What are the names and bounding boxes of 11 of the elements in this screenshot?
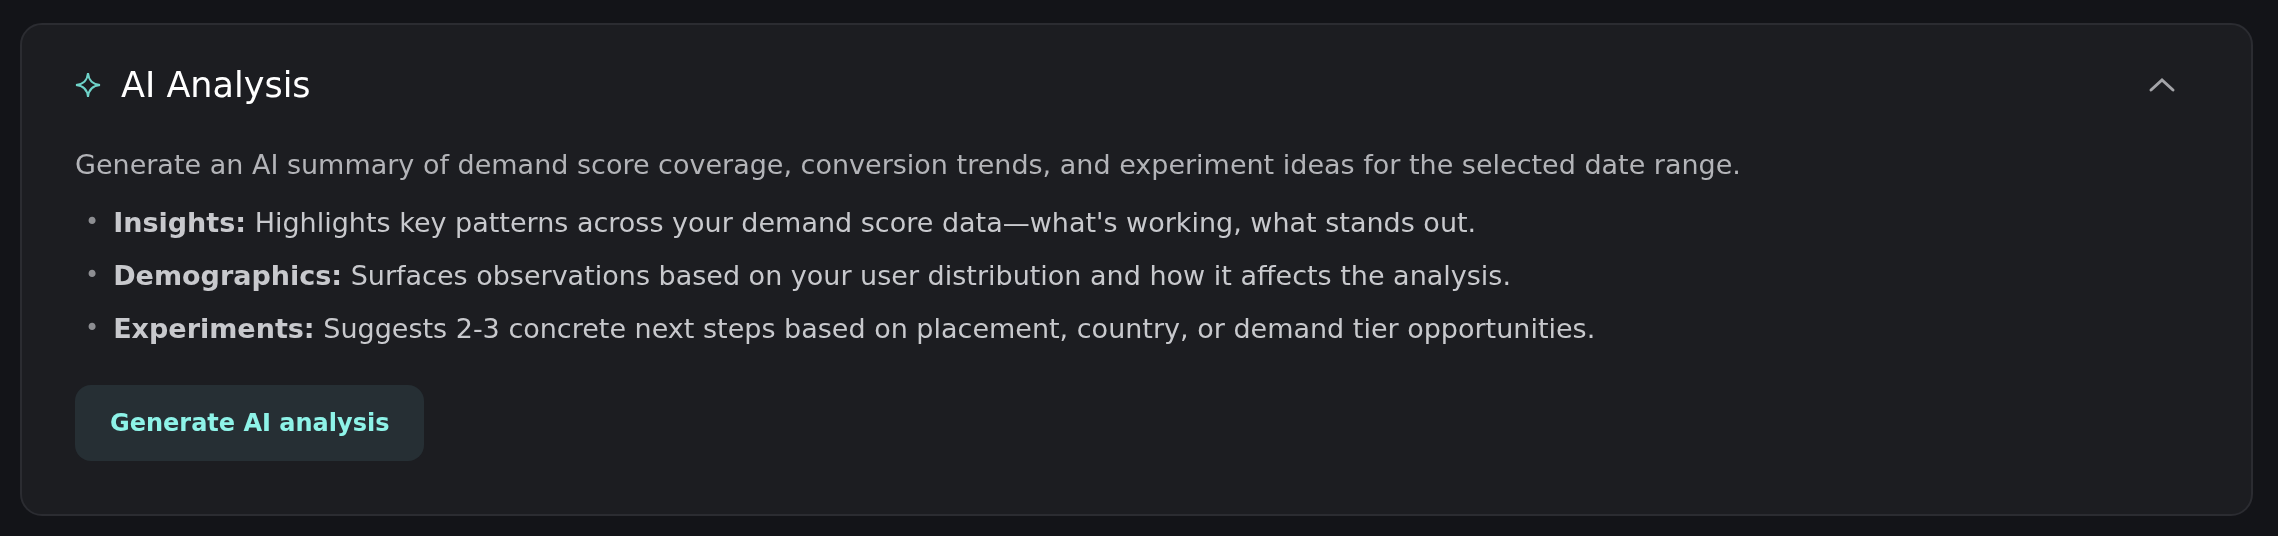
description-text: Generate an AI summary of demand score coverage, conversion trends, and experiment ideas for the selected date range. <box>75 149 1742 180</box>
feature-list-item: Experiments: Suggests 2-3 concrete next steps based on placement, country, or demand tier opportunities. <box>113 311 1596 346</box>
panel-title: AI Analysis <box>121 65 311 105</box>
bullet-icon: • <box>85 261 100 290</box>
collapse-chevron-icon[interactable] <box>2148 77 2176 93</box>
bullet-icon: • <box>85 314 100 343</box>
bullet-icon: • <box>85 208 100 237</box>
feature-list-item: Demographics: Surfaces observations based on your user distribution and how it affects the analysis. <box>113 258 1512 293</box>
generate-analysis-button[interactable]: Generate AI analysis <box>75 385 425 461</box>
feature-list-item: Insights: Highlights key patterns across your demand score data—what's working, what stands out. <box>113 205 1477 240</box>
sparkle-icon <box>75 72 101 98</box>
